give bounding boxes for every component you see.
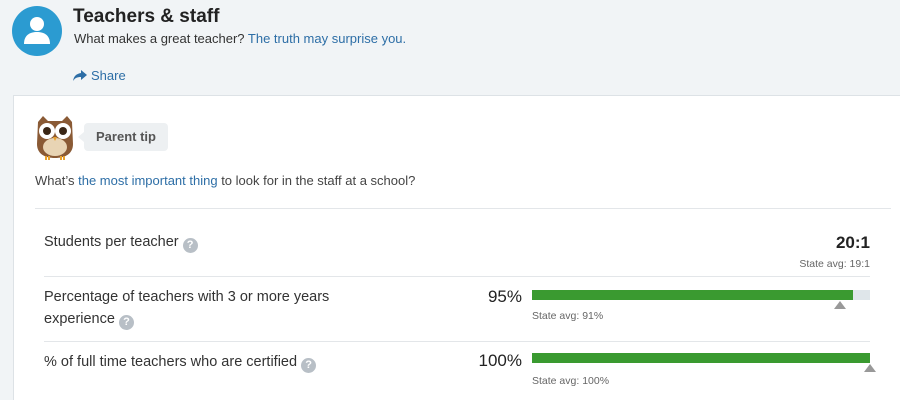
- experienced-teachers-bar-fill: [532, 290, 854, 300]
- students-per-teacher-state-avg: State avg: 19:1: [799, 258, 870, 270]
- students-per-teacher-label: Students per teacher?: [44, 231, 198, 253]
- question-suffix: to look for in the staff at a school?: [217, 173, 416, 188]
- page-title: Teachers & staff: [73, 6, 220, 27]
- certified-teachers-bar-fill: [532, 353, 870, 363]
- question-prefix: What’s: [35, 173, 79, 188]
- page-subtitle: What makes a great teacher? The truth ma…: [74, 31, 406, 46]
- share-button[interactable]: Share: [73, 68, 126, 83]
- experienced-teachers-bar: [532, 290, 870, 300]
- person-icon: [24, 17, 50, 44]
- experienced-teachers-row: Percentage of teachers with 3 or more ye…: [44, 285, 870, 341]
- row-label-text: Students per teacher: [44, 234, 179, 250]
- experienced-teachers-state-avg: State avg: 91%: [532, 310, 604, 322]
- row-label-line1: Percentage of teachers with 3 or more ye…: [44, 289, 330, 305]
- share-arrow-icon: [73, 70, 87, 81]
- experienced-teachers-label: Percentage of teachers with 3 or more ye…: [44, 286, 329, 330]
- owl-icon: [37, 116, 73, 160]
- state-avg-marker: [864, 364, 876, 372]
- subtitle-text: What makes a great teacher?: [74, 31, 245, 46]
- teacher-avatar-icon: [12, 6, 62, 56]
- certified-teachers-row: % of full time teachers who are certifie…: [44, 350, 876, 396]
- help-icon[interactable]: ?: [301, 358, 317, 373]
- row-divider: [44, 341, 870, 342]
- certified-teachers-state-avg: State avg: 100%: [532, 375, 610, 387]
- tip-question: What’s the most important thing to look …: [35, 173, 415, 188]
- row-label-line2: experience: [44, 311, 115, 327]
- certified-teachers-label: % of full time teachers who are certifie…: [44, 351, 317, 373]
- parent-tip-badge: Parent tip: [78, 123, 168, 151]
- state-avg-marker: [833, 301, 846, 309]
- row-divider: [44, 276, 870, 277]
- help-icon[interactable]: ?: [118, 315, 134, 330]
- truth-surprise-link[interactable]: The truth may surprise you.: [248, 31, 406, 46]
- divider: [35, 208, 891, 209]
- certified-teachers-bar: [532, 353, 870, 363]
- share-label: Share: [91, 68, 126, 83]
- students-per-teacher-row: Students per teacher? 20:1 State avg: 19…: [44, 229, 870, 275]
- most-important-thing-link[interactable]: the most important thing: [78, 173, 217, 188]
- help-icon[interactable]: ?: [182, 238, 198, 253]
- students-per-teacher-value: 20:1: [835, 233, 870, 252]
- section-header: Teachers & staff What makes a great teac…: [0, 0, 900, 96]
- certified-teachers-value: 100%: [478, 351, 522, 370]
- experienced-teachers-value: 95%: [487, 287, 522, 306]
- row-label-text: % of full time teachers who are certifie…: [44, 354, 298, 370]
- teachers-staff-card: Parent tip What’s the most important thi…: [13, 95, 900, 400]
